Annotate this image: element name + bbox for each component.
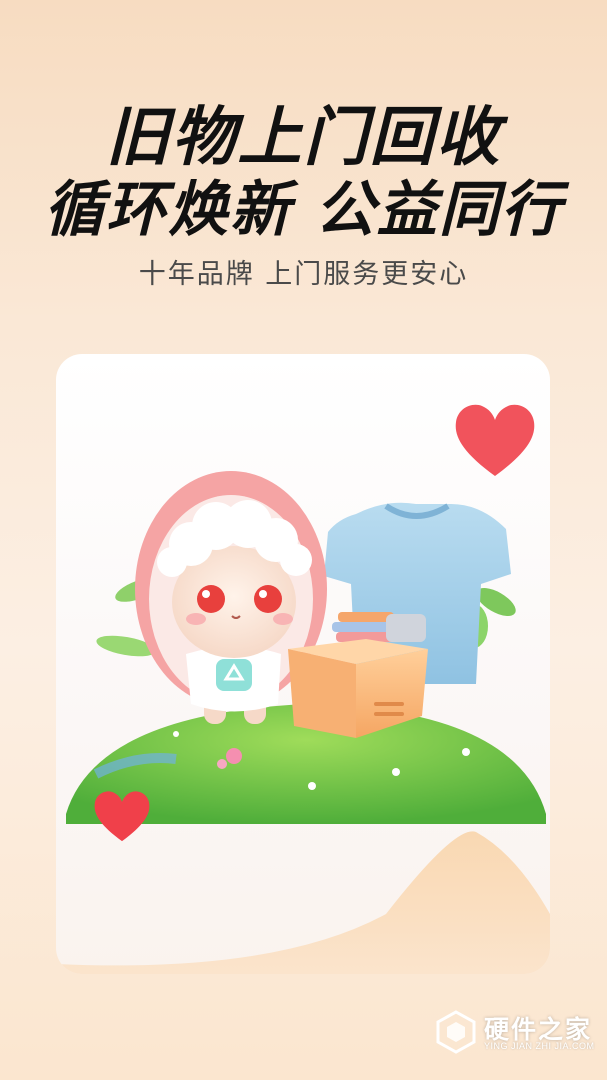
mascot	[157, 500, 312, 724]
headline-line-2: 循环焕新 公益同行	[44, 175, 563, 245]
heart-icon	[455, 404, 535, 476]
watermark: 硬件之家 YING JIAN ZHI JIA.COM	[436, 1008, 596, 1058]
cube-logo-icon	[436, 1010, 476, 1054]
heart-icon	[94, 791, 150, 842]
watermark-subtitle: YING JIAN ZHI JIA.COM	[484, 1041, 595, 1051]
subtitle: 十年品牌 上门服务更安心	[138, 259, 469, 290]
headline-line-1: 旧物上门回收	[105, 101, 502, 175]
